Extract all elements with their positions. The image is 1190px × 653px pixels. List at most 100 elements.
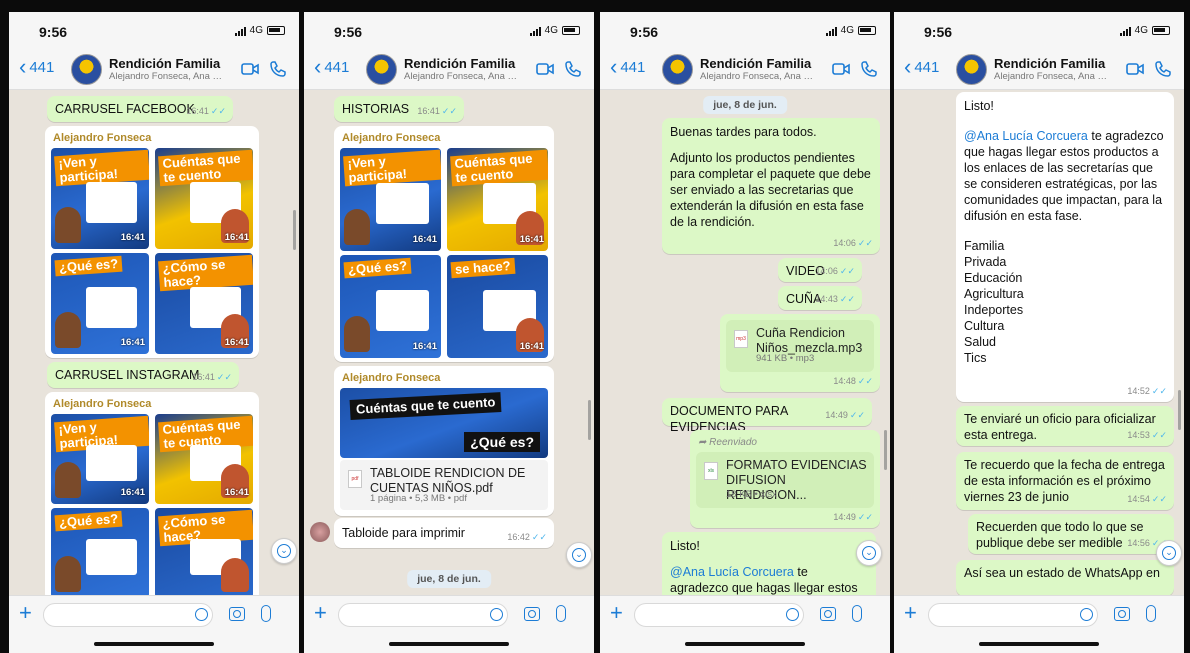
image-thumbnail[interactable]: Cuéntas que te cuento 16:41 (155, 414, 253, 504)
list-item: Cultura (964, 319, 1005, 333)
sender-name[interactable]: Alejandro Fonseca (45, 126, 259, 146)
status-indicators: 4G (825, 25, 876, 36)
message-bubble[interactable]: Buenas tardes para todos. Adjunto los pro… (662, 118, 880, 254)
sender-avatar[interactable] (310, 522, 330, 542)
message-bubble[interactable]: DOCUMENTO PARA EVIDENCIAS 14:49 ✓✓ (662, 398, 872, 434)
image-time: 16:41 (519, 341, 544, 352)
group-name[interactable]: Rendición Familia (700, 56, 818, 71)
video-call-icon[interactable] (241, 62, 259, 76)
back-button[interactable]: ‹ 441 (314, 56, 349, 78)
group-name[interactable]: Rendición Familia (109, 56, 227, 71)
group-avatar[interactable] (662, 54, 693, 85)
camera-icon[interactable] (524, 607, 540, 621)
read-ticks-icon: ✓✓ (441, 106, 457, 116)
camera-icon[interactable] (1114, 607, 1130, 621)
phone-call-icon[interactable] (860, 60, 878, 78)
message-bubble[interactable]: Alejandro Fonseca ¡Ven y participa! 16:41 C… (45, 126, 259, 358)
date-separator: jue, 8 de jun. (407, 570, 491, 588)
pdf-file-row[interactable]: pdf TABLOIDE RENDICION DE CUENTAS NIÑOS.p… (340, 460, 548, 510)
message-bubble[interactable]: Así sea un estado de WhatsApp en (956, 560, 1174, 595)
image-thumbnail[interactable]: ¿Qué es? 16:41 (51, 253, 149, 354)
camera-icon[interactable] (229, 607, 245, 621)
image-thumbnail[interactable]: Cuéntas que te cuento 16:41 (447, 148, 548, 251)
image-thumbnail[interactable]: se hace? 16:41 (447, 255, 548, 358)
microphone-icon[interactable] (1146, 605, 1156, 622)
message-bubble[interactable]: mp3 Cuña Rendicion Niños_mezcla.mp3 941 KB… (720, 314, 880, 392)
message-bubble[interactable]: HISTORIAS 16:41 ✓✓ (334, 96, 464, 122)
attach-plus-button[interactable]: + (314, 600, 327, 626)
message-bubble[interactable]: CUÑA 14:43 ✓✓ (778, 286, 862, 310)
chat-scrollbar[interactable] (884, 430, 887, 470)
back-button[interactable]: ‹ 441 (904, 56, 939, 78)
back-button[interactable]: ‹ 441 (19, 56, 54, 78)
image-thumbnail[interactable]: ¡Ven y participa! 16:41 (51, 148, 149, 249)
message-input[interactable] (928, 603, 1098, 627)
group-avatar[interactable] (956, 54, 987, 85)
mention-link[interactable]: @Ana Lucía Corcuera (964, 129, 1088, 143)
scroll-to-bottom-button[interactable]: ⌄ (271, 538, 297, 564)
scroll-to-bottom-button[interactable]: ⌄ (856, 540, 882, 566)
scroll-to-bottom-button[interactable]: ⌄ (1156, 540, 1182, 566)
image-thumbnail[interactable]: ¿Cómo se hace? (155, 508, 253, 595)
sticker-icon[interactable] (786, 608, 799, 621)
attach-plus-button[interactable]: + (19, 600, 32, 626)
phone-call-icon[interactable] (564, 60, 582, 78)
message-bubble[interactable]: Te enviaré un oficio para oficializar es… (956, 406, 1174, 446)
attach-plus-button[interactable]: + (904, 600, 917, 626)
message-bubble[interactable]: Te recuerdo que la fecha de entrega de e… (956, 452, 1174, 510)
phone-screen-3: 9:56 4G ‹ 441 Rendición Familia Alejandro Fon… (600, 12, 890, 653)
sender-name[interactable]: Alejandro Fonseca (334, 366, 554, 386)
sender-name[interactable]: Alejandro Fonseca (45, 392, 259, 412)
image-thumbnail[interactable]: Cuéntas que te cuento 16:41 (155, 148, 253, 249)
image-thumbnail[interactable]: ¿Cómo se hace? 16:41 (155, 253, 253, 354)
video-call-icon[interactable] (1126, 62, 1144, 76)
image-thumbnail[interactable]: ¡Ven y participa! 16:41 (340, 148, 441, 251)
spreadsheet-file-row[interactable]: xls FORMATO EVIDENCIAS DIFUSION RENDICION… (696, 452, 874, 508)
message-bubble[interactable]: ➦ Reenviado xls FORMATO EVIDENCIAS DIFUSIO… (690, 430, 880, 528)
message-bubble[interactable]: Listo! @Ana Lucía Corcuera te agradezco q… (662, 532, 876, 595)
message-input[interactable] (338, 603, 508, 627)
message-bubble[interactable]: Alejandro Fonseca ¡Ven y participa! 16:41 C… (45, 392, 259, 595)
message-input[interactable] (634, 603, 804, 627)
phone-call-icon[interactable] (269, 60, 287, 78)
sticker-icon[interactable] (195, 608, 208, 621)
message-text: Buenas tardes para todos. (670, 125, 817, 139)
message-bubble[interactable]: VIDEO 14:06 ✓✓ (778, 258, 862, 282)
camera-icon[interactable] (820, 607, 836, 621)
audio-file-icon: mp3 (734, 330, 748, 348)
message-bubble[interactable]: Alejandro Fonseca Cuéntas que te cuento ¿Q… (334, 366, 554, 516)
group-avatar[interactable] (366, 54, 397, 85)
chat-scrollbar[interactable] (1178, 390, 1181, 430)
phone-call-icon[interactable] (1154, 60, 1172, 78)
microphone-icon[interactable] (852, 605, 862, 622)
group-avatar[interactable] (71, 54, 102, 85)
mention-link[interactable]: @Ana Lucía Corcuera (670, 565, 794, 579)
image-thumbnail[interactable]: ¿Qué es? (51, 508, 149, 595)
video-call-icon[interactable] (536, 62, 554, 76)
message-bubble[interactable]: CARRUSEL FACEBOOK 16:41 ✓✓ (47, 96, 233, 122)
document-preview[interactable]: Cuéntas que te cuento ¿Qué es? (340, 388, 548, 458)
microphone-icon[interactable] (261, 605, 271, 622)
message-input[interactable] (43, 603, 213, 627)
back-button[interactable]: ‹ 441 (610, 56, 645, 78)
video-call-icon[interactable] (832, 62, 850, 76)
chat-scrollbar[interactable] (293, 210, 296, 250)
sticker-icon[interactable] (1080, 608, 1093, 621)
group-name[interactable]: Rendición Familia (994, 56, 1112, 71)
group-name[interactable]: Rendición Familia (404, 56, 522, 71)
audio-file-row[interactable]: mp3 Cuña Rendicion Niños_mezcla.mp3 941 KB… (726, 320, 874, 372)
message-bubble[interactable]: CARRUSEL INSTAGRAM 16:41 ✓✓ (47, 362, 239, 388)
message-bubble[interactable]: Tabloide para imprimir 16:42 ✓✓ (334, 518, 554, 548)
message-bubble[interactable]: Alejandro Fonseca ¡Ven y participa! 16:41 C… (334, 126, 554, 362)
message-bubble[interactable]: Recuerden que todo lo que se publique de… (968, 514, 1174, 554)
chevron-down-icon: ⌄ (1162, 546, 1176, 560)
chat-scrollbar[interactable] (588, 400, 591, 440)
attach-plus-button[interactable]: + (610, 600, 623, 626)
sender-name[interactable]: Alejandro Fonseca (334, 126, 554, 146)
sticker-icon[interactable] (490, 608, 503, 621)
scroll-to-bottom-button[interactable]: ⌄ (566, 542, 592, 568)
image-thumbnail[interactable]: ¿Qué es? 16:41 (340, 255, 441, 358)
message-bubble[interactable]: Listo! @Ana Lucía Corcuera te agradezco q… (956, 92, 1174, 402)
microphone-icon[interactable] (556, 605, 566, 622)
image-thumbnail[interactable]: ¡Ven y participa! 16:41 (51, 414, 149, 504)
